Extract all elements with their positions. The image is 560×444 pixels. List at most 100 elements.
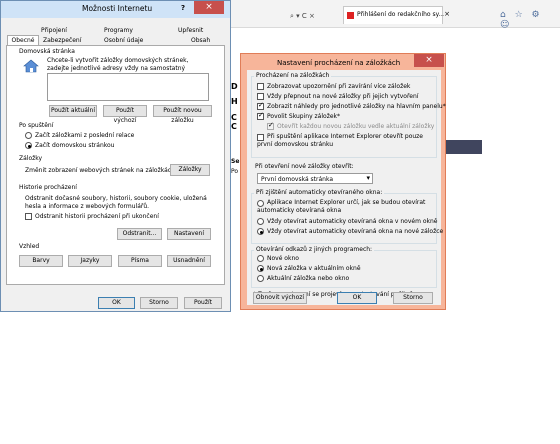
browser-tab[interactable]: Přihlášení do redakčního sy... × [343, 6, 450, 24]
startup-radio-1[interactable] [25, 132, 32, 139]
startup-option-home-page[interactable]: Začít domovskou stránkou [25, 142, 115, 149]
links-option-3[interactable]: Aktuální záložka nebo okno [257, 275, 349, 282]
tab-close-icon[interactable]: × [444, 10, 450, 18]
fonts-button[interactable]: Písma [118, 255, 162, 267]
tabs-description: Změnit zobrazení webových stránek na zál… [25, 167, 177, 174]
startup-option-label: Začít domovskou stránkou [35, 142, 115, 149]
tabbed-browsing-dialog: Nastavení procházení na záložkách × Proc… [240, 53, 446, 310]
tabset-checkbox-row-4[interactable]: Povolit Skupiny záložek* [257, 111, 341, 120]
links-option-2[interactable]: Nová záložka v aktuálním okně [257, 265, 361, 272]
inet-title: Možnosti Internetu [82, 4, 153, 13]
tabset-checkbox-label: Vždy přepnout na nové záložky při jejich… [267, 93, 419, 100]
home-url-textarea[interactable] [47, 73, 209, 101]
tabset-checkbox-row-6[interactable]: Při spuštění aplikace Internet Explorer … [257, 133, 432, 149]
links-option-label: Nová záložka v aktuálním okně [267, 265, 361, 272]
inet-tab-advanced[interactable]: Upřesnit [178, 27, 203, 34]
links-group-label: Otevírání odkazů z jiných programech: [254, 246, 375, 253]
internet-options-dialog: Možnosti Internetu ? × Připojení Program… [0, 0, 231, 312]
popup-option-label: Aplikace Internet Explorer určí, jak se … [257, 199, 426, 214]
links-radio-2[interactable] [257, 265, 264, 272]
inet-apply-button[interactable]: Použít [184, 297, 222, 309]
use-new-tab-button[interactable]: Použít novou záložku [153, 105, 212, 124]
delete-history-checkbox[interactable] [25, 213, 32, 220]
tabset-checkbox-row-1[interactable]: Zobrazovat upozornění při zavírání více … [257, 83, 410, 90]
links-option-label: Nové okno [267, 255, 299, 262]
popup-option-3[interactable]: Vždy otevírat automaticky otevíraná okna… [257, 228, 443, 235]
open-next-to-current-checkbox[interactable] [267, 121, 274, 130]
home-group-label: Domovská stránka [19, 48, 75, 55]
popup-option-2[interactable]: Vždy otevírat automaticky otevíraná okna… [257, 218, 437, 225]
tab-favicon-icon [347, 12, 354, 19]
new-tab-select-value: První domovská stránka [261, 176, 334, 183]
accessibility-button[interactable]: Usnadnění [167, 255, 211, 267]
appearance-group-label: Vzhled [19, 243, 40, 250]
tabset-ok-button[interactable]: OK [337, 292, 377, 304]
inet-titlebar: Možnosti Internetu ? × [1, 1, 230, 18]
delete-history-on-exit[interactable]: Odstranit historii procházení při ukonče… [25, 213, 159, 220]
use-current-button[interactable]: Použít aktuální [49, 105, 97, 117]
inet-tab-privacy[interactable]: Osobní údaje [104, 37, 143, 44]
startup-option-last-session[interactable]: Začít záložkami z poslední relace [25, 132, 134, 139]
inet-ok-button[interactable]: OK [98, 297, 135, 309]
page-left-letter-2: H [231, 97, 238, 106]
popup-option-label: Vždy otevírat automaticky otevíraná okna… [267, 218, 438, 225]
page-left-letter-4: C [231, 122, 237, 131]
languages-button[interactable]: Jazyky [68, 255, 112, 267]
restore-defaults-button[interactable]: Obnovit výchozí [253, 292, 307, 304]
warn-close-checkbox[interactable] [257, 83, 264, 90]
tabs-group-label: Záložky [19, 155, 43, 162]
tabset-checkbox-label: Zobrazit náhledy pro jednotlivé záložky … [267, 103, 446, 110]
tabset-checkbox-label: Zobrazovat upozornění při zavírání více … [267, 83, 411, 90]
startup-option-label: Začít záložkami z poslední relace [35, 132, 135, 139]
history-settings-button[interactable]: Nastavení [167, 228, 211, 240]
page-left-letter-3: C [231, 113, 237, 122]
tabset-checkbox-row-5[interactable]: Otevřít každou novou záložku vedle aktuá… [267, 121, 435, 130]
popup-radio-3[interactable] [257, 228, 264, 235]
links-option-label: Aktuální záložka nebo okno [267, 275, 350, 282]
first-home-page-checkbox[interactable] [257, 134, 264, 141]
address-bar-icons[interactable]: ⌕ ▾ C × [290, 12, 315, 21]
delete-history-label: Odstranit historii procházení při ukonče… [35, 213, 159, 220]
page-left-letter-1: D [231, 82, 238, 91]
page-left-bottom-2: Po [231, 168, 239, 175]
inet-help-icon[interactable]: ? [181, 4, 185, 12]
popup-option-label: Vždy otevírat automaticky otevíraná okna… [267, 228, 444, 235]
links-option-1[interactable]: Nové okno [257, 255, 299, 262]
startup-radio-2[interactable] [25, 142, 32, 149]
taskbar-previews-checkbox[interactable] [257, 101, 264, 110]
popup-radio-2[interactable] [257, 218, 264, 225]
startup-group-label: Po spuštění [19, 122, 54, 129]
tabs-settings-button[interactable]: Záložky [170, 164, 210, 176]
tabset-checkbox-row-3[interactable]: Zobrazit náhledy pro jednotlivé záložky … [257, 101, 446, 110]
new-tab-select[interactable]: První domovská stránka ▾ [257, 173, 373, 184]
page-left-bottom-1: Se [231, 158, 240, 165]
chevron-down-icon: ▾ [366, 174, 370, 182]
history-description: Odstranit dočasné soubory, historii, sou… [25, 195, 207, 210]
inet-cancel-button[interactable]: Storno [140, 297, 178, 309]
inet-tab-security[interactable]: Zabezpečení [43, 37, 81, 44]
switch-new-tab-checkbox[interactable] [257, 93, 264, 100]
tabset-checkbox-label: Při spuštění aplikace Internet Explorer … [257, 133, 424, 148]
links-radio-1[interactable] [257, 255, 264, 262]
tabset-checkbox-label: Povolit Skupiny záložek* [267, 113, 341, 120]
use-default-button[interactable]: Použít výchozí [103, 105, 147, 124]
tabset-close-button[interactable]: × [414, 54, 444, 67]
popup-option-1[interactable]: Aplikace Internet Explorer určí, jak se … [257, 199, 432, 215]
tabset-checkbox-label: Otevřít každou novou záložku vedle aktuá… [277, 123, 435, 130]
history-group-label: Historie procházení [19, 184, 77, 191]
inet-tab-programs[interactable]: Programy [104, 27, 133, 34]
popup-radio-1[interactable] [257, 200, 264, 207]
tab-groups-checkbox[interactable] [257, 111, 264, 120]
colors-button[interactable]: Barvy [19, 255, 63, 267]
toolbar-icons[interactable]: ⌂ ☆ ⚙ ☺ [500, 10, 560, 30]
tabset-cancel-button[interactable]: Storno [393, 292, 433, 304]
delete-button[interactable]: Odstranit... [117, 228, 162, 240]
home-icon [23, 59, 39, 73]
inet-tab-content[interactable]: Obsah [191, 37, 210, 44]
new-tab-open-label: Při otevření nové záložky otevřít: [255, 163, 354, 170]
inet-close-button[interactable]: × [194, 1, 224, 14]
inet-tab-connections[interactable]: Připojení [41, 27, 67, 34]
tabset-checkbox-row-2[interactable]: Vždy přepnout na nové záložky při jejich… [257, 93, 418, 100]
links-radio-3[interactable] [257, 275, 264, 282]
tabbed-browsing-group-label: Procházení na záložkách [254, 72, 332, 79]
